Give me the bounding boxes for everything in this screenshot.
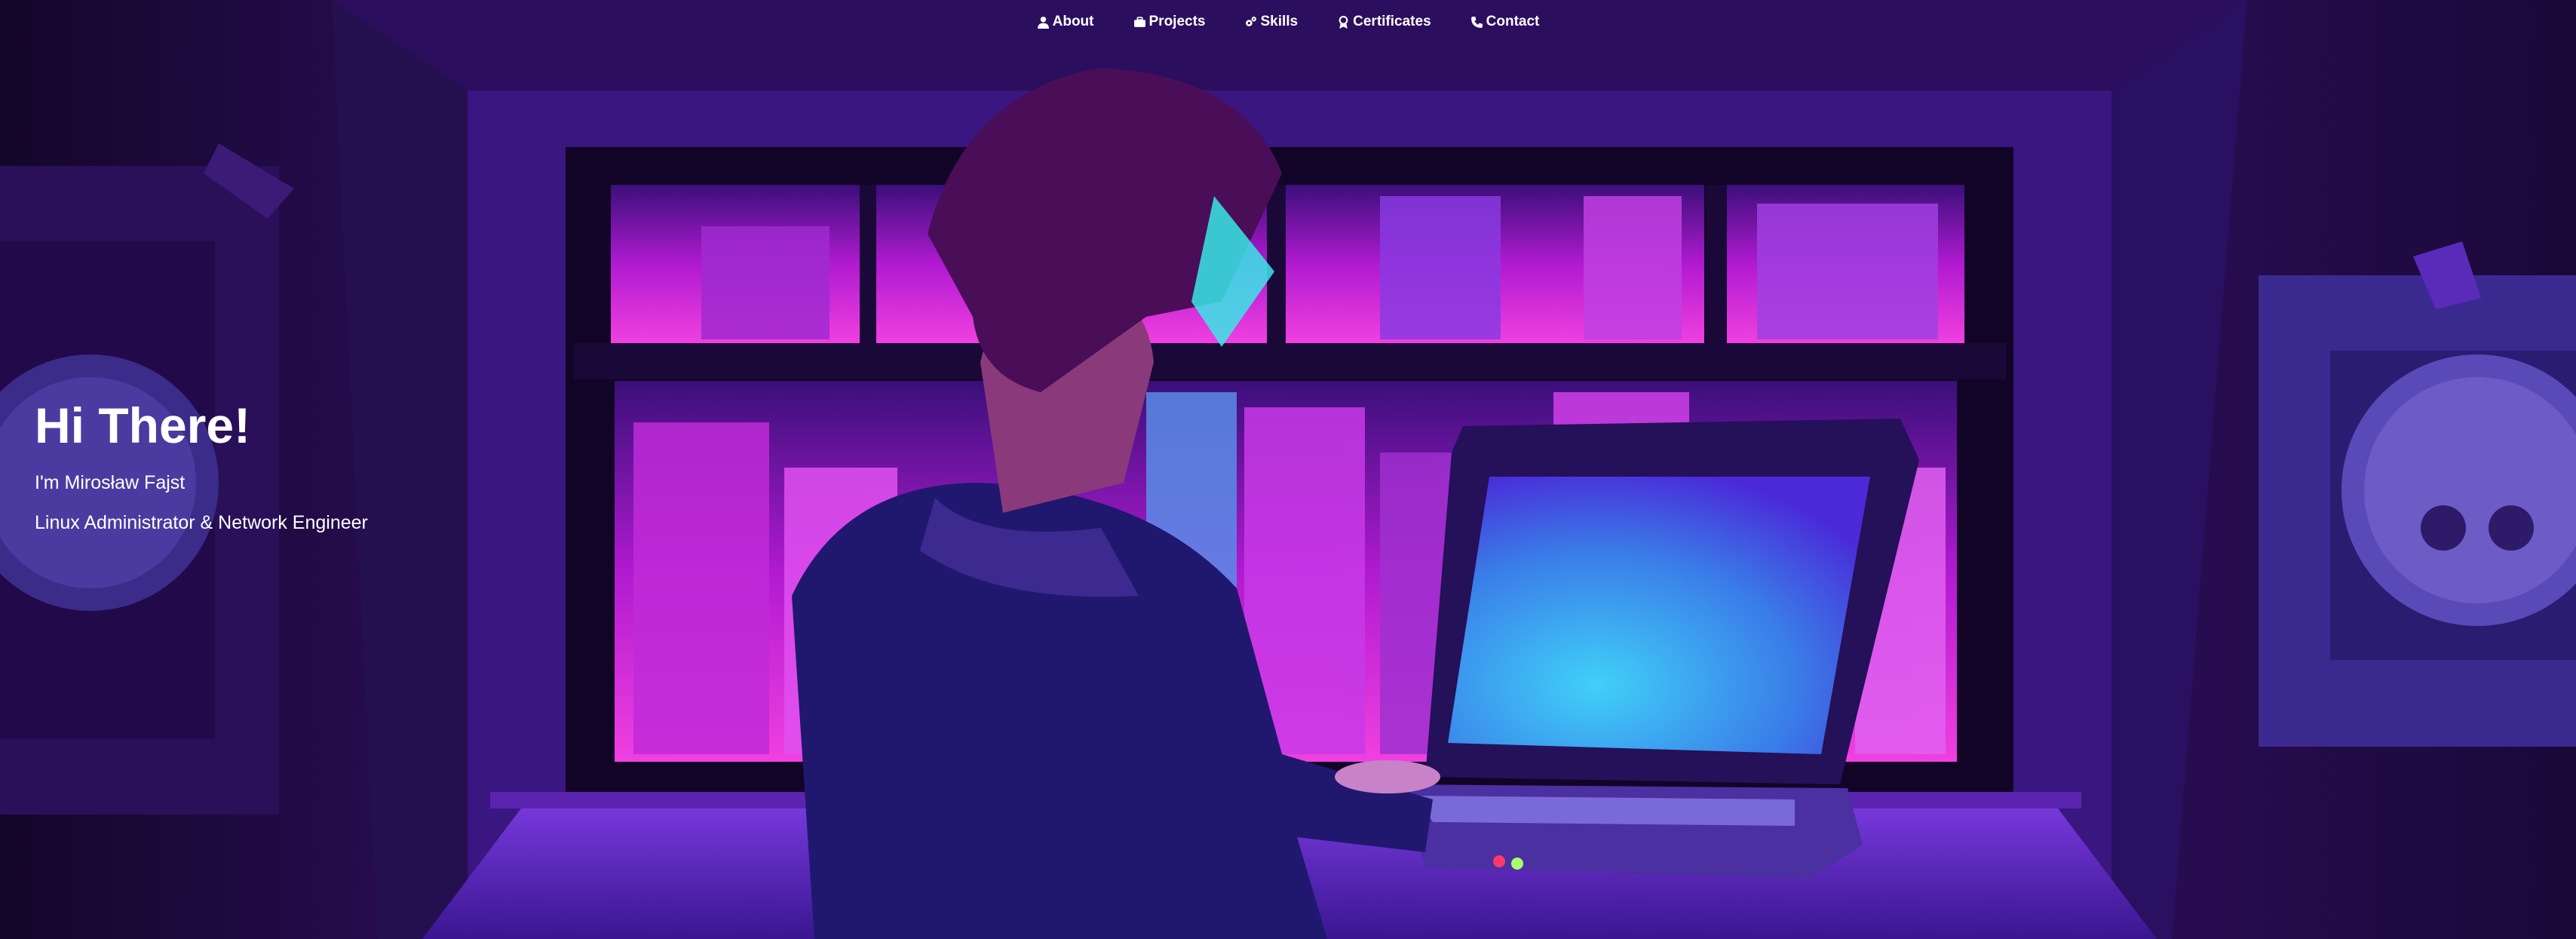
hero-background-illustration (0, 0, 2576, 939)
nav-certificates-label: Certificates (1353, 14, 1431, 29)
nav-certificates[interactable]: Certificates (1337, 14, 1431, 30)
nav-about[interactable]: About (1037, 14, 1094, 30)
phone-icon (1470, 16, 1483, 28)
hero-title: Hi There! (35, 397, 251, 453)
nav-about-label: About (1052, 14, 1094, 29)
nav-skills-label: Skills (1260, 14, 1299, 29)
nav-projects-label: Projects (1148, 14, 1206, 29)
briefcase-icon (1133, 16, 1145, 27)
nav-projects[interactable]: Projects (1133, 14, 1206, 30)
nav-contact[interactable]: Contact (1470, 14, 1540, 30)
gears-icon (1246, 16, 1257, 26)
hero-intro: I'm Mirosław Fajst (35, 472, 186, 494)
hero-role: Linux Administrator & Network Engineer (35, 512, 368, 534)
user-icon (1037, 16, 1049, 29)
main-nav: About Projects Skills Certificates Conta… (0, 14, 2576, 30)
nav-skills[interactable]: Skills (1244, 14, 1298, 30)
award-icon (1339, 15, 1348, 29)
nav-contact-label: Contact (1486, 14, 1540, 29)
hero-section: Hi There! I'm Mirosław Fajst Linux Admin… (35, 397, 368, 551)
